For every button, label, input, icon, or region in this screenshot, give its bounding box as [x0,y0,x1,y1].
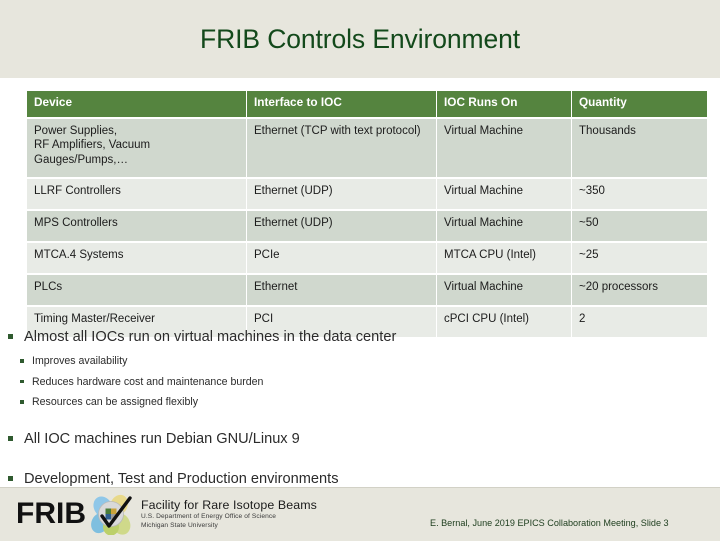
slide-canvas: FRIB Controls Environment Device Interfa… [0,0,720,541]
square-bullet-icon [20,379,24,383]
table-row: MTCA.4 Systems PCIe MTCA CPU (Intel) ~25 [27,243,707,273]
cell-device: PLCs [27,275,246,305]
cell-interface: Ethernet (UDP) [247,179,436,209]
cell-device: MPS Controllers [27,211,246,241]
bullet-text: Resources can be assigned flexibly [32,396,199,408]
cell-runs-on: Virtual Machine [437,211,571,241]
cell-device: LLRF Controllers [27,179,246,209]
frib-wordmark: FRIB [16,497,86,530]
cell-quantity: ~20 processors [572,275,707,305]
bullet-item-sub: Improves availability [0,351,720,372]
bullet-text: Development, Test and Production environ… [24,470,339,487]
cell-quantity: ~50 [572,211,707,241]
table-header: Device Interface to IOC IOC Runs On Quan… [27,91,707,117]
square-bullet-icon [20,400,24,404]
table-body: Power Supplies, RF Amplifiers, Vacuum Ga… [27,119,707,337]
frib-logo: FRIB Facility for Rare Isotope Beams U.S… [16,493,317,536]
column-header-quantity: Quantity [572,91,707,117]
cell-runs-on: Virtual Machine [437,275,571,305]
controls-environment-table: Device Interface to IOC IOC Runs On Quan… [26,89,708,339]
square-bullet-icon [8,475,13,481]
bullet-item-primary: All IOC machines run Debian GNU/Linux 9 [0,429,720,450]
column-header-runs-on: IOC Runs On [437,91,571,117]
table-row: LLRF Controllers Ethernet (UDP) Virtual … [27,179,707,209]
table-header-row: Device Interface to IOC IOC Runs On Quan… [27,91,707,117]
cell-quantity: Thousands [572,119,707,177]
table-row: PLCs Ethernet Virtual Machine ~20 proces… [27,275,707,305]
cell-interface: Ethernet (TCP with text protocol) [247,119,436,177]
frib-tagline: Facility for Rare Isotope Beams [141,497,317,512]
slide-footer: FRIB Facility for Rare Isotope Beams U.S… [0,487,720,541]
bullet-text: Improves availability [32,355,128,367]
cell-interface: PCIe [247,243,436,273]
cell-runs-on: Virtual Machine [437,119,571,177]
cell-interface: Ethernet [247,275,436,305]
bullet-item-sub: Reduces hardware cost and maintenance bu… [0,372,720,393]
square-bullet-icon [20,359,24,363]
cell-runs-on: MTCA CPU (Intel) [437,243,571,273]
frib-logo-text: Facility for Rare Isotope Beams U.S. Dep… [141,497,317,530]
cell-runs-on: Virtual Machine [437,179,571,209]
page-title: FRIB Controls Environment [199,24,521,54]
bullet-text: Reduces hardware cost and maintenance bu… [32,375,264,388]
cell-interface: Ethernet (UDP) [247,211,436,241]
bullet-text: Almost all IOCs run on virtual machines … [24,329,397,345]
table-row: MPS Controllers Ethernet (UDP) Virtual M… [27,211,707,241]
frib-globe-checkmark-icon [89,493,135,536]
cell-quantity: ~25 [572,243,707,273]
cell-quantity: ~350 [572,179,707,209]
cell-device-line-3: Gauges/Pumps,… [34,153,128,166]
bullet-item-primary: Almost all IOCs run on virtual machines … [0,327,720,348]
square-bullet-icon [8,435,13,441]
bullet-text: All IOC machines run Debian GNU/Linux 9 [24,430,300,447]
table-row: Power Supplies, RF Amplifiers, Vacuum Ga… [27,119,707,177]
column-header-device: Device [27,91,246,117]
cell-device: MTCA.4 Systems [27,243,246,273]
column-header-interface: Interface to IOC [247,91,436,117]
cell-device-line-2: RF Amplifiers, Vacuum [34,139,151,152]
cell-device-line-1: Power Supplies, [34,125,118,137]
cell-device: Power Supplies, RF Amplifiers, Vacuum Ga… [27,119,246,177]
square-bullet-icon [8,334,13,339]
footer-credit: E. Bernal, June 2019 EPICS Collaboration… [430,518,669,528]
frib-doe-line: U.S. Department of Energy Office of Scie… [141,512,277,520]
frib-msu-line: Michigan State University [141,521,218,529]
bullet-item-sub: Resources can be assigned flexibly [0,392,720,413]
bullet-list: Almost all IOCs run on virtual machines … [0,327,720,493]
